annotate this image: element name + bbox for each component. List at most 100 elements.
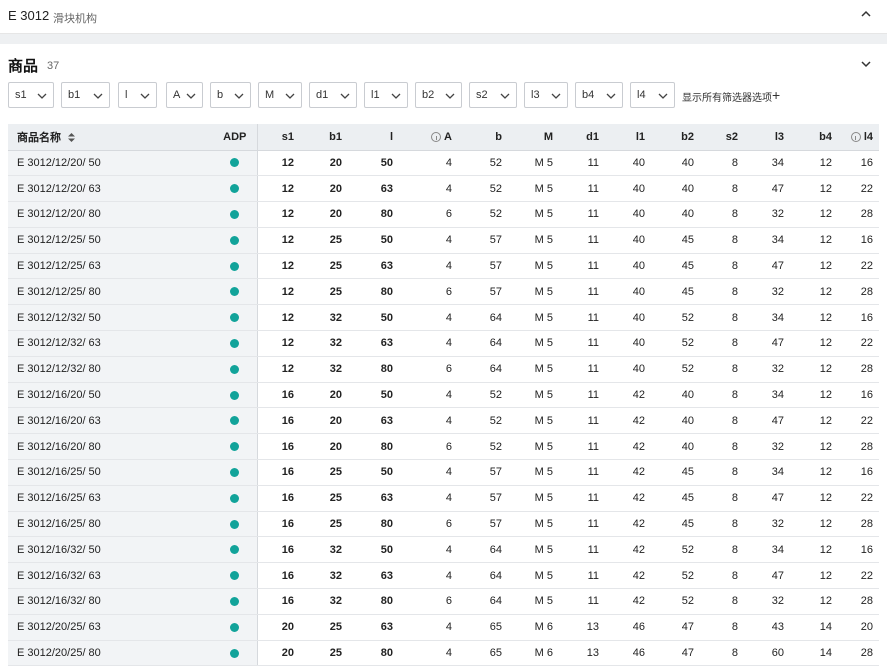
product-name-cell[interactable]: E 3012/16/32/ 80 [8, 588, 213, 615]
cell-l4: 20 [838, 614, 879, 641]
table-row[interactable]: E 3012/12/20/ 80 12 20 80 6 52 M 5 11 40 40 8 32 12 2… [8, 201, 879, 228]
status-dot-icon [230, 235, 240, 245]
filter-dropdown-b2[interactable]: b2 [415, 82, 462, 108]
column-header-name[interactable]: 商品名称 [8, 124, 213, 151]
filter-label: l1 [371, 89, 380, 101]
cell-b: 57 [458, 253, 508, 280]
product-name-cell[interactable]: E 3012/16/25/ 80 [8, 511, 213, 538]
filter-dropdown-d1[interactable]: d1 [309, 82, 357, 108]
plus-icon[interactable]: + [772, 88, 780, 102]
cell-b4: 12 [790, 536, 838, 564]
cell-l: 63 [348, 562, 399, 590]
table-row[interactable]: E 3012/12/32/ 80 12 32 80 6 64 M 5 11 40 52 8 32 12 2… [8, 356, 879, 383]
filter-dropdown-l1[interactable]: l1 [364, 82, 408, 108]
table-row[interactable]: E 3012/12/25/ 50 12 25 50 4 57 M 5 11 40 45 8 34 12 1… [8, 227, 879, 254]
table-row[interactable]: E 3012/12/25/ 80 12 25 80 6 57 M 5 11 40 45 8 32 12 2… [8, 278, 879, 306]
table-row[interactable]: E 3012/16/32/ 80 16 32 80 6 64 M 5 11 42 52 8 32 12 2… [8, 588, 879, 615]
table-row[interactable]: E 3012/16/32/ 63 16 32 63 4 64 M 5 11 42 52 8 47 12 2… [8, 562, 879, 590]
product-name-cell[interactable]: E 3012/16/25/ 63 [8, 485, 213, 512]
table-row[interactable]: E 3012/20/25/ 80 20 25 80 4 65 M 6 13 46 47 8 60 14 2… [8, 640, 879, 667]
table-row[interactable]: E 3012/16/32/ 50 16 32 50 4 64 M 5 11 42 52 8 34 12 1… [8, 536, 879, 564]
cell-b1: 20 [300, 175, 348, 203]
table-row[interactable]: E 3012/16/25/ 80 16 25 80 6 57 M 5 11 42 45 8 32 12 2… [8, 511, 879, 538]
adp-cell [213, 614, 258, 641]
cell-b2: 52 [651, 330, 700, 357]
table-row[interactable]: E 3012/16/25/ 63 16 25 63 4 57 M 5 11 42 45 8 47 12 2… [8, 485, 879, 512]
info-icon[interactable] [431, 131, 442, 142]
filter-dropdown-l4[interactable]: l4 [630, 82, 675, 108]
cell-l1: 42 [605, 382, 651, 409]
cell-d1: 11 [559, 330, 605, 357]
cell-l1: 40 [605, 227, 651, 254]
cell-l3: 60 [744, 640, 790, 667]
cell-b4: 12 [790, 511, 838, 538]
cell-l: 80 [348, 433, 399, 461]
filter-dropdown-b[interactable]: b [210, 82, 251, 108]
filter-dropdown-s1[interactable]: s1 [8, 82, 54, 108]
product-name-cell[interactable]: E 3012/20/25/ 63 [8, 614, 213, 641]
cell-a: 4 [399, 330, 458, 357]
table-row[interactable]: E 3012/12/20/ 50 12 20 50 4 52 M 5 11 40 40 8 34 12 1… [8, 150, 879, 177]
table-row[interactable]: E 3012/12/32/ 50 12 32 50 4 64 M 5 11 40 52 8 34 12 1… [8, 304, 879, 332]
product-name-cell[interactable]: E 3012/16/25/ 50 [8, 459, 213, 486]
status-dot-icon [230, 648, 240, 658]
filter-dropdown-l3[interactable]: l3 [524, 82, 568, 108]
cell-b: 57 [458, 227, 508, 254]
product-name-cell[interactable]: E 3012/12/20/ 63 [8, 175, 213, 203]
column-header-label: b1 [329, 130, 342, 143]
cell-l3: 32 [744, 356, 790, 383]
cell-b1: 25 [300, 614, 348, 641]
filter-dropdown-a[interactable]: A [166, 82, 203, 108]
cell-l3: 34 [744, 304, 790, 332]
product-name-cell[interactable]: E 3012/16/20/ 63 [8, 407, 213, 435]
chevron-up-icon[interactable] [859, 7, 873, 21]
sort-icon[interactable] [67, 132, 76, 143]
cell-s1: 20 [257, 640, 300, 667]
info-icon[interactable] [850, 131, 861, 142]
product-name-cell[interactable]: E 3012/12/20/ 80 [8, 201, 213, 228]
table-row[interactable]: E 3012/20/25/ 63 20 25 63 4 65 M 6 13 46 47 8 43 14 2… [8, 614, 879, 641]
product-name-cell[interactable]: E 3012/12/25/ 50 [8, 227, 213, 254]
product-name-cell[interactable]: E 3012/16/20/ 50 [8, 382, 213, 409]
product-name-cell[interactable]: E 3012/20/25/ 80 [8, 640, 213, 667]
cell-b1: 32 [300, 536, 348, 564]
product-name-cell[interactable]: E 3012/12/32/ 50 [8, 304, 213, 332]
table-row[interactable]: E 3012/16/25/ 50 16 25 50 4 57 M 5 11 42 45 8 34 12 1… [8, 459, 879, 486]
table-row[interactable]: E 3012/16/20/ 63 16 20 63 4 52 M 5 11 42 40 8 47 12 2… [8, 407, 879, 435]
product-name-cell[interactable]: E 3012/12/32/ 80 [8, 356, 213, 383]
show-all-filters-link[interactable]: 显示所有筛选器选项 [682, 89, 772, 104]
cell-b: 65 [458, 640, 508, 667]
filter-dropdown-b4[interactable]: b4 [575, 82, 623, 108]
status-dot-icon [230, 261, 240, 271]
filter-dropdown-s2[interactable]: s2 [469, 82, 517, 108]
table-row[interactable]: E 3012/12/25/ 63 12 25 63 4 57 M 5 11 40 45 8 47 12 2… [8, 253, 879, 280]
product-name-cell[interactable]: E 3012/12/32/ 63 [8, 330, 213, 357]
cell-a: 4 [399, 562, 458, 590]
cell-d1: 11 [559, 382, 605, 409]
column-header-adp: ADP [213, 124, 258, 151]
product-name-cell[interactable]: E 3012/16/32/ 50 [8, 536, 213, 564]
cell-s1: 16 [257, 588, 300, 615]
filter-dropdown-l[interactable]: l [118, 82, 157, 108]
product-name-cell[interactable]: E 3012/12/25/ 80 [8, 278, 213, 306]
cell-a: 4 [399, 304, 458, 332]
adp-cell [213, 433, 258, 461]
cell-b1: 20 [300, 201, 348, 228]
cell-b4: 12 [790, 201, 838, 228]
section-divider [0, 34, 887, 44]
column-header-l: l [348, 124, 399, 151]
chevron-down-icon[interactable] [859, 57, 873, 71]
table-row[interactable]: E 3012/12/32/ 63 12 32 63 4 64 M 5 11 40 52 8 47 12 2… [8, 330, 879, 357]
cell-s1: 16 [257, 562, 300, 590]
product-name-cell[interactable]: E 3012/12/20/ 50 [8, 150, 213, 177]
product-name-cell[interactable]: E 3012/16/20/ 80 [8, 433, 213, 461]
filter-dropdown-m[interactable]: M [258, 82, 302, 108]
table-row[interactable]: E 3012/12/20/ 63 12 20 63 4 52 M 5 11 40 40 8 47 12 2… [8, 175, 879, 203]
cell-l1: 40 [605, 201, 651, 228]
product-name-cell[interactable]: E 3012/16/32/ 63 [8, 562, 213, 590]
product-name-cell[interactable]: E 3012/12/25/ 63 [8, 253, 213, 280]
table-row[interactable]: E 3012/16/20/ 50 16 20 50 4 52 M 5 11 42 40 8 34 12 1… [8, 382, 879, 409]
filter-dropdown-b1[interactable]: b1 [61, 82, 110, 108]
table-row[interactable]: E 3012/16/20/ 80 16 20 80 6 52 M 5 11 42 40 8 32 12 2… [8, 433, 879, 461]
cell-s2: 8 [700, 278, 744, 306]
